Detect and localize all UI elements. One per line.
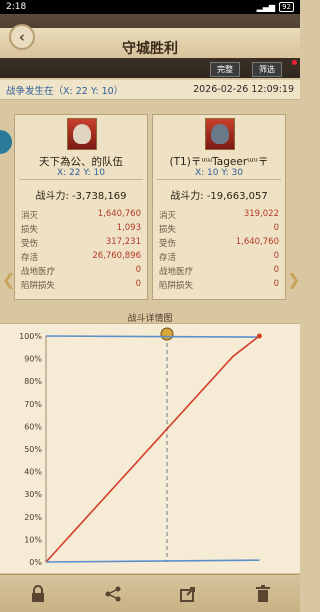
y-tick-label: 60% bbox=[24, 422, 42, 431]
divider bbox=[19, 179, 143, 180]
trash-icon[interactable] bbox=[253, 584, 273, 604]
stat-row: 陷阱损失 0 bbox=[159, 279, 279, 291]
avatar-face-icon bbox=[211, 124, 229, 144]
avatar-face-icon bbox=[73, 124, 91, 144]
stat-value: 317,231 bbox=[105, 237, 141, 247]
right-player-power: 战斗力: -19,663,057 bbox=[170, 191, 268, 202]
y-tick-label: 30% bbox=[24, 490, 42, 499]
stat-row: 战地医疗 0 bbox=[159, 265, 279, 277]
tab-full[interactable]: 完整 bbox=[210, 62, 240, 77]
lock-icon[interactable] bbox=[28, 584, 48, 604]
stat-value: 0 bbox=[273, 251, 279, 261]
series-line bbox=[45, 559, 260, 563]
stat-label: 受伤 bbox=[159, 239, 177, 249]
stat-value: 0 bbox=[135, 279, 141, 289]
y-tick-label: 80% bbox=[24, 377, 42, 386]
back-button[interactable]: ‹ bbox=[9, 24, 35, 50]
battle-datetime: 2026-02-26 12:09:19 bbox=[193, 84, 294, 95]
y-tick-label: 10% bbox=[24, 535, 42, 544]
stat-label: 存活 bbox=[159, 253, 177, 263]
stat-row: 战地医疗 0 bbox=[21, 265, 141, 277]
right-player-coord[interactable]: X: 10 Y: 30 bbox=[153, 168, 285, 178]
series-end-point bbox=[256, 333, 262, 339]
left-player-name: 天下為公、的队伍 bbox=[39, 156, 123, 168]
stat-value: 0 bbox=[135, 265, 141, 275]
stat-label: 消灭 bbox=[21, 211, 39, 221]
stat-value: 319,022 bbox=[243, 209, 279, 219]
stat-label: 战地医疗 bbox=[159, 267, 194, 277]
stat-row: 损失 0 bbox=[159, 223, 279, 235]
next-arrow-icon[interactable]: ❯ bbox=[287, 270, 300, 292]
prev-arrow-icon[interactable]: ❮ bbox=[2, 270, 15, 292]
share-icon[interactable] bbox=[103, 584, 123, 604]
chart-svg: 100% 90% 80% 70% 60% 50% 40% 30% 20% 10% 0% bbox=[19, 327, 262, 567]
right-player-panel: (T1)〒ᵘᵚTageerᵚᵘ〒 X: 10 Y: 30 战斗力: -19,66… bbox=[152, 114, 286, 300]
stat-row: 存活 26,760,896 bbox=[21, 251, 141, 263]
location-label[interactable]: 战争发生在（X: 22 Y: 10） bbox=[6, 83, 123, 97]
stat-value: 0 bbox=[273, 279, 279, 289]
stat-row: 损失 1,093 bbox=[21, 223, 141, 235]
divider bbox=[157, 179, 281, 180]
stat-row: 受伤 317,231 bbox=[21, 237, 141, 249]
signal-icon: ▂▄▆ bbox=[256, 2, 276, 12]
status-icons: ▂▄▆ 92 bbox=[257, 2, 294, 12]
y-tick-label: 0% bbox=[29, 558, 42, 567]
location-bar: 战争发生在（X: 22 Y: 10） 2026-02-26 12:09:19 bbox=[0, 80, 300, 100]
stat-row: 受伤 1,640,760 bbox=[159, 237, 279, 249]
bottom-toolbar bbox=[0, 574, 300, 612]
y-tick-label: 90% bbox=[24, 355, 42, 364]
stat-row: 陷阱损失 0 bbox=[21, 279, 141, 291]
stat-row: 消灭 1,640,760 bbox=[21, 209, 141, 221]
left-avatar[interactable] bbox=[67, 118, 97, 150]
stat-row: 消灭 319,022 bbox=[159, 209, 279, 221]
stat-row: 存活 0 bbox=[159, 251, 279, 263]
series-line bbox=[45, 335, 260, 338]
battery-icon: 92 bbox=[279, 2, 294, 12]
stat-label: 消灭 bbox=[159, 211, 177, 221]
status-time: 2:18 bbox=[6, 2, 27, 12]
stat-label: 损失 bbox=[159, 225, 177, 235]
side-badge-icon[interactable] bbox=[0, 130, 12, 154]
left-player-power: 战斗力: -3,738,169 bbox=[35, 191, 127, 202]
y-tick-label: 50% bbox=[24, 445, 42, 454]
left-player-panel: 天下為公、的队伍 X: 22 Y: 10 战斗力: -3,738,169 消灭 … bbox=[14, 114, 148, 300]
helmet-marker-icon[interactable] bbox=[160, 327, 174, 341]
stat-label: 存活 bbox=[21, 253, 39, 263]
notification-dot bbox=[292, 60, 297, 65]
stat-label: 受伤 bbox=[21, 239, 39, 249]
status-bar: 2:18 ▂▄▆ 92 bbox=[0, 0, 300, 14]
right-avatar[interactable] bbox=[205, 118, 235, 150]
stat-value: 1,640,760 bbox=[235, 237, 279, 247]
series-line bbox=[45, 335, 260, 563]
y-tick-label: 40% bbox=[24, 468, 42, 477]
stat-value: 26,760,896 bbox=[92, 251, 141, 261]
stat-label: 损失 bbox=[21, 225, 39, 235]
y-tick-label: 20% bbox=[24, 513, 42, 522]
tab-filter[interactable]: 筛选 bbox=[252, 62, 282, 77]
stat-label: 陷阱损失 bbox=[21, 281, 56, 291]
y-tick-label: 70% bbox=[24, 400, 42, 409]
stat-label: 陷阱损失 bbox=[159, 281, 194, 291]
stat-value: 1,093 bbox=[116, 223, 141, 233]
page-title: 守城胜利 bbox=[122, 41, 178, 57]
stat-value: 0 bbox=[273, 223, 279, 233]
left-player-coord[interactable]: X: 22 Y: 10 bbox=[15, 168, 147, 178]
right-player-name: (T1)〒ᵘᵚTageerᵚᵘ〒 bbox=[169, 156, 269, 168]
y-tick-label: 100% bbox=[19, 332, 42, 341]
stat-value: 0 bbox=[273, 265, 279, 275]
stat-label: 战地医疗 bbox=[21, 267, 56, 277]
stat-value: 1,640,760 bbox=[97, 209, 141, 219]
export-icon[interactable] bbox=[178, 584, 198, 604]
battle-chart[interactable]: 100% 90% 80% 70% 60% 50% 40% 30% 20% 10% 0% bbox=[0, 323, 300, 573]
